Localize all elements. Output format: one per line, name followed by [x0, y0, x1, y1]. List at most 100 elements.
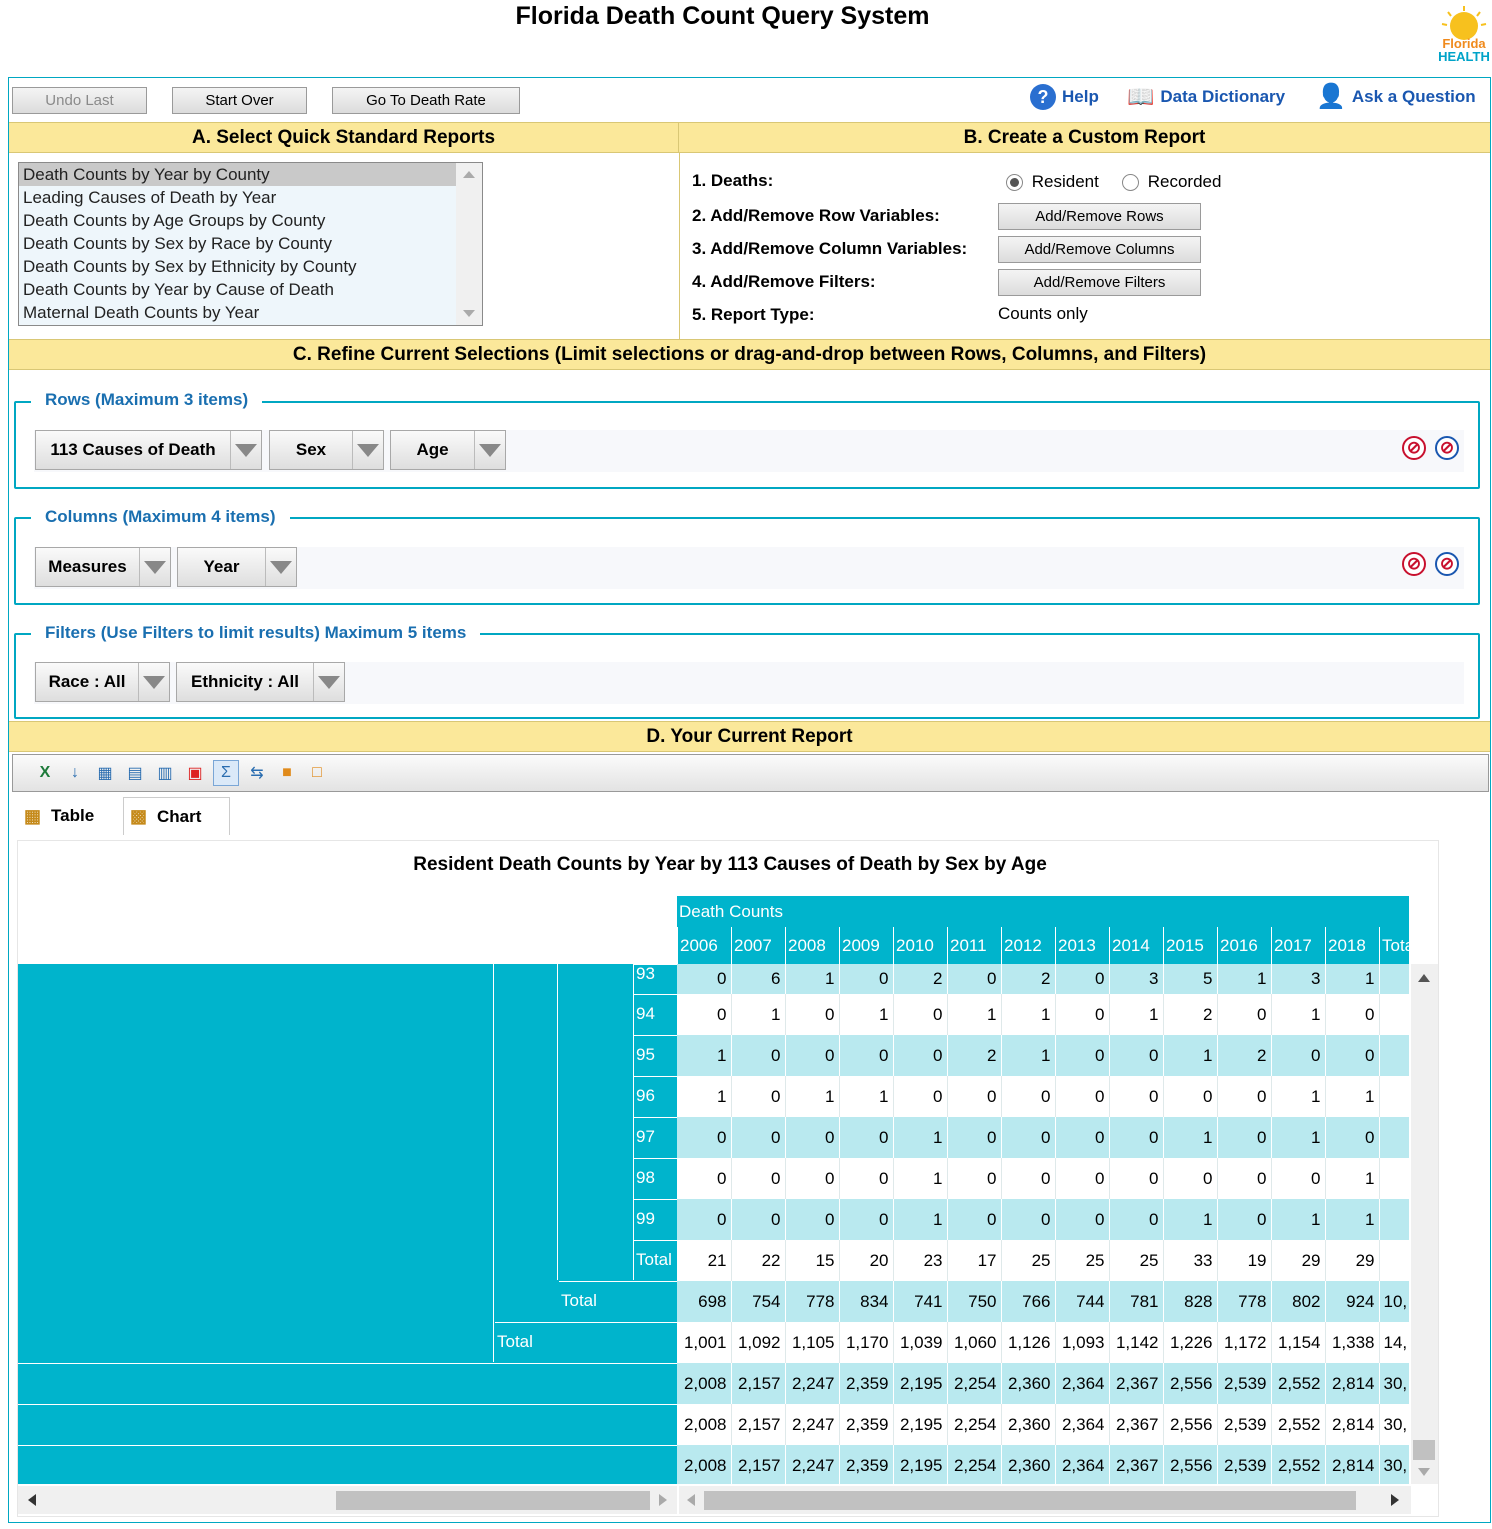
table-cell[interactable]: 0 [731, 1117, 786, 1158]
table-cell[interactable]: 2,247 [785, 1363, 840, 1404]
table-cell[interactable]: 0 [1055, 1035, 1110, 1076]
go-to-death-rate-button[interactable]: Go To Death Rate [332, 87, 520, 114]
table-cell[interactable]: 0 [1055, 994, 1110, 1035]
row-header-label[interactable]: 95 [634, 1035, 677, 1076]
scroll-thumb[interactable] [336, 1491, 650, 1510]
table-cell[interactable]: 698 [677, 1281, 732, 1322]
row-header-label[interactable]: 99 [634, 1199, 677, 1240]
scroll-right-icon[interactable] [1391, 1494, 1399, 1506]
table-cell[interactable]: 2,539 [1217, 1404, 1272, 1445]
table-cell[interactable]: 0 [677, 964, 732, 994]
table-cell[interactable]: 1 [893, 1117, 948, 1158]
table-cell[interactable]: 0 [893, 1076, 948, 1117]
table-cell[interactable]: 1 [1163, 1199, 1218, 1240]
row-header-horizontal-scrollbar[interactable] [18, 1486, 677, 1514]
table-cell[interactable] [1379, 1076, 1409, 1117]
ask-question-link[interactable]: 👤 Ask a Question [1316, 82, 1476, 111]
table-cell[interactable]: 2,556 [1163, 1404, 1218, 1445]
table-cell[interactable]: 3 [1109, 964, 1164, 994]
table-cell[interactable]: 6 [731, 964, 786, 994]
table-cell[interactable]: 2 [893, 964, 948, 994]
table-cell[interactable]: 2,367 [1109, 1404, 1164, 1445]
tab-table[interactable]: ▦ Table [20, 799, 123, 833]
year-column-header[interactable]: 2009 [839, 927, 893, 964]
table-cell[interactable]: 0 [785, 1199, 840, 1240]
table-cell[interactable] [1379, 1117, 1409, 1158]
table-cell[interactable]: 2,254 [947, 1363, 1002, 1404]
clear-format-icon[interactable]: ⊘ [1402, 436, 1426, 460]
year-column-header[interactable]: 2018 [1325, 927, 1379, 964]
table-cell[interactable]: 2,008 [677, 1363, 732, 1404]
table-cell[interactable]: 0 [1271, 1158, 1326, 1199]
table-cell[interactable]: 924 [1325, 1281, 1380, 1322]
list-item[interactable]: Death Counts by Sex by Race by County [19, 232, 482, 255]
scroll-thumb[interactable] [1413, 1440, 1435, 1460]
table-cell[interactable]: 19 [1217, 1240, 1272, 1281]
table-cell[interactable]: 2,552 [1271, 1363, 1326, 1404]
table-cell[interactable] [1379, 1035, 1409, 1076]
table-cell[interactable]: 1 [947, 994, 1002, 1035]
chevron-down-icon[interactable] [265, 548, 296, 586]
table-cell[interactable]: 0 [947, 1076, 1002, 1117]
collapse-all-icon[interactable]: □ [305, 761, 329, 785]
table-cell[interactable]: 1 [1325, 964, 1380, 994]
table-cell[interactable]: 1,142 [1109, 1322, 1164, 1363]
table-cell[interactable]: 1 [839, 994, 894, 1035]
list-item[interactable]: Maternal Death Counts by Year [19, 301, 482, 324]
table-cell[interactable]: 0 [947, 1158, 1002, 1199]
table-cell[interactable]: 802 [1271, 1281, 1326, 1322]
list-item[interactable]: Death Counts by Year by County [19, 163, 482, 186]
scroll-right-icon[interactable] [659, 1494, 667, 1506]
table-cell[interactable]: 1,154 [1271, 1322, 1326, 1363]
table-cell[interactable]: 0 [1325, 1035, 1380, 1076]
row-header-label[interactable]: Total [495, 1322, 677, 1363]
table-cell[interactable]: 2,539 [1217, 1445, 1272, 1484]
year-column-header[interactable]: 2014 [1109, 927, 1163, 964]
table-cell[interactable]: 0 [1217, 1199, 1272, 1240]
table-cell[interactable]: 1,172 [1217, 1322, 1272, 1363]
year-column-header[interactable]: 2017 [1271, 927, 1325, 964]
table-cell[interactable]: 1 [839, 1076, 894, 1117]
table-cell[interactable]: 0 [1001, 1158, 1056, 1199]
grid-vertical-scrollbar[interactable] [1411, 964, 1438, 1484]
table-cell[interactable]: 0 [1163, 1076, 1218, 1117]
table-cell[interactable]: 2,359 [839, 1363, 894, 1404]
row-header-label[interactable]: 96 [634, 1076, 677, 1117]
table-cell[interactable]: 10, [1379, 1281, 1409, 1322]
table-cell[interactable]: 0 [677, 994, 732, 1035]
row-chip-sex[interactable]: Sex [269, 430, 384, 470]
table-cell[interactable]: 1,105 [785, 1322, 840, 1363]
row-chip-causes[interactable]: 113 Causes of Death [35, 430, 262, 470]
table-cell[interactable]: 2,247 [785, 1445, 840, 1484]
list-item[interactable]: Leading Causes of Death by Year [19, 186, 482, 209]
list-scrollbar[interactable] [456, 163, 482, 325]
table-cell[interactable]: 2 [1163, 994, 1218, 1035]
table-cell[interactable]: 29 [1271, 1240, 1326, 1281]
table-cell[interactable]: 834 [839, 1281, 894, 1322]
table-cell[interactable]: 0 [1325, 994, 1380, 1035]
table-cell[interactable]: 2,364 [1055, 1363, 1110, 1404]
table-cell[interactable]: 2,008 [677, 1404, 732, 1445]
chevron-down-icon[interactable] [352, 431, 383, 469]
column-chip-year[interactable]: Year [177, 547, 297, 587]
table-cell[interactable]: 5 [1163, 964, 1218, 994]
table-cell[interactable]: 2,360 [1001, 1445, 1056, 1484]
chevron-down-icon[interactable] [313, 663, 344, 701]
table-cell[interactable]: 0 [1055, 1158, 1110, 1199]
table-cell[interactable]: 0 [785, 1158, 840, 1199]
table-cell[interactable]: 0 [1109, 1199, 1164, 1240]
table-cell[interactable]: 1,338 [1325, 1322, 1380, 1363]
table-cell[interactable]: 2,008 [677, 1445, 732, 1484]
table-cell[interactable]: 1 [1001, 994, 1056, 1035]
swap-axes-icon[interactable]: ⇆ [245, 761, 269, 785]
table-cell[interactable]: 29 [1325, 1240, 1380, 1281]
table-cell[interactable]: 15 [785, 1240, 840, 1281]
table-cell[interactable]: 0 [1109, 1076, 1164, 1117]
table-cell[interactable]: 828 [1163, 1281, 1218, 1322]
row-header-label[interactable]: Total [559, 1281, 677, 1322]
table-cell[interactable]: 1 [677, 1035, 732, 1076]
year-column-header[interactable]: 2015 [1163, 927, 1217, 964]
scroll-left-icon[interactable] [28, 1494, 36, 1506]
tab-chart[interactable]: ▩ Chart [123, 797, 230, 835]
table-cell[interactable]: 1 [1325, 1158, 1380, 1199]
